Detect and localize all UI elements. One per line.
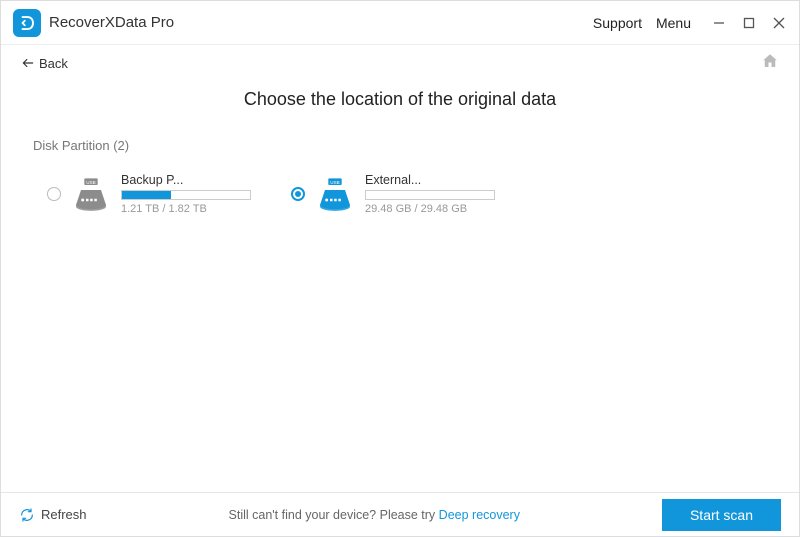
partition-item[interactable]: USB Backup P... 1.21 TB / 1.82 TB [47, 173, 251, 220]
arrow-left-icon [21, 56, 35, 70]
minimize-button[interactable] [711, 15, 727, 31]
home-button[interactable] [761, 52, 779, 75]
svg-text:USB: USB [86, 180, 95, 185]
main-content: Choose the location of the original data… [1, 81, 799, 492]
partition-radio[interactable] [47, 187, 61, 201]
section-label: Disk Partition (2) [33, 138, 771, 153]
close-button[interactable] [771, 15, 787, 31]
home-icon [761, 52, 779, 70]
page-heading: Choose the location of the original data [29, 89, 771, 110]
drive-size: 29.48 GB / 29.48 GB [365, 203, 495, 215]
footer-hint: Still can't find your device? Please try… [87, 508, 662, 522]
svg-text:USB: USB [330, 180, 339, 185]
usb-drive-icon: USB [315, 175, 355, 215]
drive-info: External... 29.48 GB / 29.48 GB [365, 173, 495, 215]
usb-drive-icon: USB [71, 175, 111, 215]
app-logo [13, 9, 41, 37]
app-title: RecoverXData Pro [49, 14, 174, 31]
back-label: Back [39, 56, 68, 71]
deep-recovery-link[interactable]: Deep recovery [439, 508, 520, 522]
refresh-label: Refresh [41, 507, 87, 522]
start-scan-button[interactable]: Start scan [662, 499, 781, 531]
drive-name: Backup P... [121, 173, 251, 187]
support-link[interactable]: Support [593, 15, 642, 31]
drive-usage-bar [365, 190, 495, 200]
drive-size: 1.21 TB / 1.82 TB [121, 203, 251, 215]
drive-usage-fill [122, 191, 171, 199]
back-button[interactable]: Back [21, 56, 68, 71]
partition-list: USB Backup P... 1.21 TB / 1.82 TB USB Ex… [47, 173, 771, 220]
refresh-button[interactable]: Refresh [19, 507, 87, 523]
hint-text: Still can't find your device? Please try [229, 508, 439, 522]
partition-radio[interactable] [291, 187, 305, 201]
drive-usage-bar [121, 190, 251, 200]
sub-navbar: Back [1, 45, 799, 81]
footer: Refresh Still can't find your device? Pl… [1, 492, 799, 536]
refresh-icon [19, 507, 35, 523]
maximize-button[interactable] [741, 15, 757, 31]
window-controls [711, 15, 787, 31]
partition-item[interactable]: USB External... 29.48 GB / 29.48 GB [291, 173, 495, 220]
drive-name: External... [365, 173, 495, 187]
titlebar: RecoverXData Pro Support Menu [1, 1, 799, 45]
drive-info: Backup P... 1.21 TB / 1.82 TB [121, 173, 251, 215]
menu-link[interactable]: Menu [656, 15, 691, 31]
